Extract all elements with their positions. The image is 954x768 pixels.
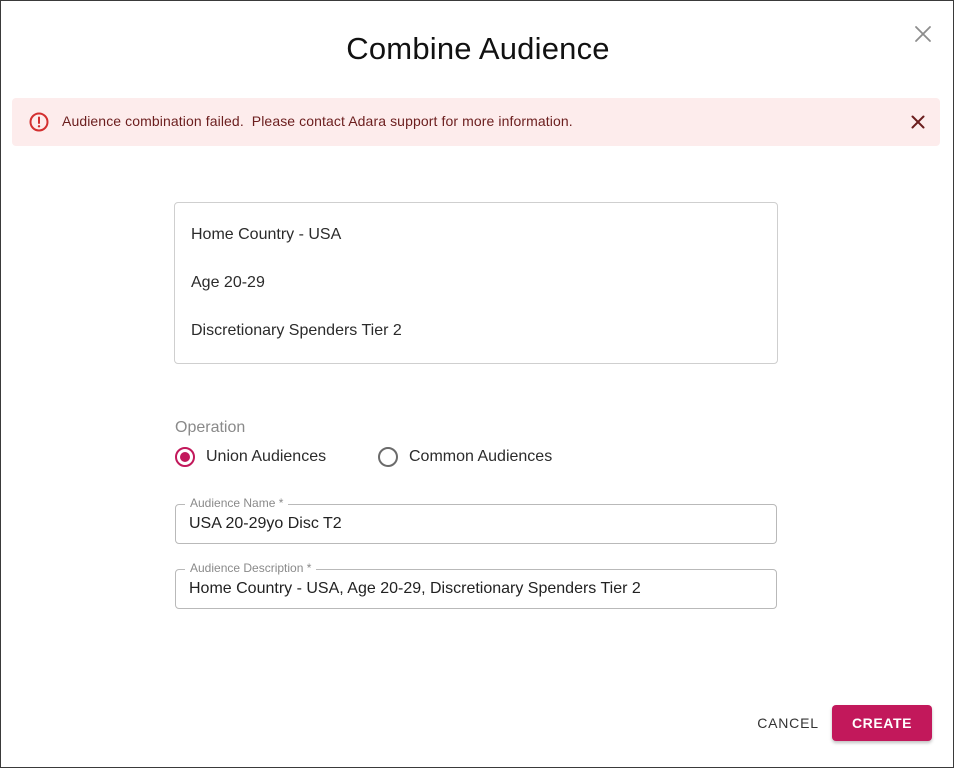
radio-checked-icon[interactable] — [175, 447, 195, 467]
list-item: Age 20-29 — [191, 274, 265, 291]
radio-label[interactable]: Union Audiences — [206, 448, 326, 466]
selected-audiences-list: Home Country - USA Age 20-29 Discretiona… — [174, 202, 778, 364]
operation-label: Operation — [175, 419, 246, 436]
error-alert: Audience combination failed. Please cont… — [12, 98, 940, 146]
field-label: Audience Name * — [185, 496, 289, 510]
audience-name-input[interactable]: USA 20-29yo Disc T2 — [189, 515, 342, 533]
list-item: Home Country - USA — [191, 226, 342, 243]
cancel-button[interactable]: CANCEL — [753, 706, 823, 740]
radio-label[interactable]: Common Audiences — [409, 448, 552, 466]
create-button[interactable]: CREATE — [832, 705, 932, 741]
list-item: Discretionary Spenders Tier 2 — [191, 322, 402, 339]
close-icon[interactable] — [908, 112, 928, 132]
dialog-title: Combine Audience — [346, 31, 610, 66]
audience-description-field[interactable]: Audience Description * Home Country - US… — [175, 561, 777, 609]
alert-message: Audience combination failed. Please cont… — [62, 113, 573, 129]
common-audiences-radio[interactable]: Common Audiences — [378, 447, 552, 467]
error-outline-icon — [29, 112, 49, 132]
audience-description-input[interactable]: Home Country - USA, Age 20-29, Discretio… — [189, 580, 641, 598]
audience-name-field[interactable]: Audience Name * USA 20-29yo Disc T2 — [175, 496, 777, 544]
union-audiences-radio[interactable]: Union Audiences — [175, 447, 326, 467]
combine-audience-dialog: Combine Audience Audience combination fa… — [0, 0, 954, 768]
radio-unchecked-icon[interactable] — [378, 447, 398, 467]
field-label: Audience Description * — [185, 561, 317, 575]
